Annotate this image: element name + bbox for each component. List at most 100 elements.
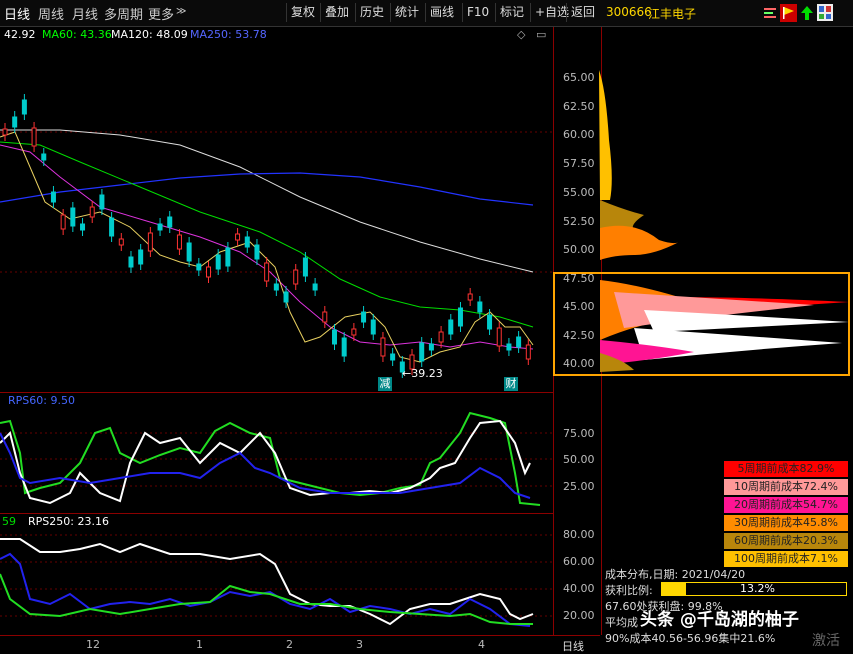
candle-body: [516, 336, 522, 348]
chart-type-icon[interactable]: [762, 5, 778, 21]
candle-body: [254, 244, 260, 260]
candle-body: [206, 266, 212, 278]
reduce-holding-badge[interactable]: 减: [378, 377, 392, 391]
y-tick: 75.00: [563, 427, 595, 440]
candle-body: [448, 319, 454, 335]
stock-name: 江丰电子: [648, 7, 697, 21]
history-button[interactable]: 历史: [355, 3, 388, 22]
candle-body: [60, 214, 66, 230]
candle-body: [147, 232, 153, 252]
candle-body: [157, 223, 163, 231]
candle-body: [80, 223, 86, 231]
candle-body: [361, 311, 367, 323]
activate-text: 激活: [812, 633, 840, 649]
statistics-button[interactable]: 统计: [390, 3, 423, 22]
avg-cost-line: 平均成: [605, 616, 638, 629]
y-tick: 80.00: [563, 528, 595, 541]
candle-body: [31, 127, 37, 147]
candle-body: [351, 328, 357, 336]
candle-body: [215, 254, 221, 270]
profit-ratio-bar: 13.2%: [661, 582, 847, 596]
finance-report-badge[interactable]: 财: [504, 377, 518, 391]
candle-body: [467, 293, 473, 301]
y-tick: 20.00: [563, 609, 595, 622]
tab-multi-period[interactable]: 多周期: [104, 4, 143, 23]
y-tick: 50.00: [563, 453, 595, 466]
profit-ratio-fill: [662, 583, 687, 595]
candle-body: [457, 307, 463, 327]
candle-body: [477, 301, 483, 313]
candle-body: [167, 216, 173, 228]
highlight-box: [553, 272, 850, 376]
candle-body: [109, 217, 115, 237]
up-arrow-icon[interactable]: [800, 5, 814, 21]
tab-weekly[interactable]: 周线: [38, 4, 64, 23]
toolbar: 日线 周线 月线 多周期 更多 ≫ 复权 叠加 历史 统计 画线 F10 标记 …: [0, 0, 853, 27]
legend-10-period[interactable]: 10周期前成本72.4%: [724, 479, 848, 495]
candle-body: [487, 314, 493, 330]
candle-body: [496, 327, 502, 347]
candle-body: [225, 247, 231, 267]
candle-body: [264, 262, 270, 282]
tab-more[interactable]: 更多: [148, 4, 174, 23]
candle-body: [312, 283, 318, 291]
grid-layout-icon[interactable]: [817, 4, 833, 21]
legend-60-period[interactable]: 60周期前成本20.3%: [724, 533, 848, 549]
chevron-right-icon[interactable]: ≫: [176, 6, 186, 17]
cost-90-line: 90%成本40.56-56.96集中21.6%: [605, 632, 776, 645]
candle-body: [50, 191, 56, 203]
candle-body: [525, 344, 531, 360]
draw-line-button[interactable]: 画线: [425, 3, 458, 22]
legend-100-period[interactable]: 100周期前成本7.1%: [724, 551, 848, 567]
candle-body: [302, 257, 308, 277]
candle-body: [428, 343, 434, 351]
candle-body: [118, 238, 124, 246]
candle-body: [419, 342, 425, 362]
legend-30-period[interactable]: 30周期前成本45.8%: [724, 515, 848, 531]
candle-body: [283, 291, 289, 303]
candlestick-chart: [0, 94, 553, 378]
x-tick: 3: [356, 638, 363, 651]
profit-ratio-value: 13.2%: [740, 582, 775, 595]
back-button[interactable]: 返回: [566, 3, 599, 22]
stock-code: 300666: [606, 5, 652, 19]
rps250-panel[interactable]: 59 RPS250: 23.16: [0, 513, 553, 636]
rps60-panel[interactable]: RPS60: 9.50: [0, 392, 553, 513]
candle-body: [341, 337, 347, 357]
x-tick: 4: [478, 638, 485, 651]
candle-body: [506, 343, 512, 351]
candle-body: [380, 337, 386, 357]
legend-20-period[interactable]: 20周期前成本54.7%: [724, 497, 848, 513]
legend-5-period[interactable]: 5周期前成本82.9%: [724, 461, 848, 477]
overlay-button[interactable]: 叠加: [320, 3, 353, 22]
candle-body: [21, 99, 27, 115]
candle-body: [70, 207, 76, 227]
candle-body: [128, 256, 134, 268]
candle-body: [186, 242, 192, 262]
restore-rights-button[interactable]: 复权: [286, 3, 319, 22]
mark-button[interactable]: 标记: [495, 3, 528, 22]
profit-ratio-label: 获利比例:: [605, 584, 653, 597]
f10-button[interactable]: F10: [462, 3, 493, 22]
y-tick: 25.00: [563, 480, 595, 493]
candle-body: [293, 269, 299, 285]
candle-body: [2, 128, 8, 136]
tab-daily[interactable]: 日线: [4, 4, 30, 23]
watermark: 头条 @千岛湖的柚子: [640, 610, 799, 630]
low-price-marker: ←39.23: [402, 367, 443, 380]
candle-body: [12, 116, 18, 128]
candle-body: [138, 249, 144, 265]
y-tick: 60.00: [563, 555, 595, 568]
flag-icon[interactable]: [780, 4, 797, 22]
rps60-chart: [0, 411, 553, 506]
candle-body: [196, 263, 202, 271]
candle-body: [438, 331, 444, 343]
tab-monthly[interactable]: 月线: [72, 4, 98, 23]
price-chart-panel[interactable]: 42.92 MA60: 43.36 MA120: 48.09 MA250: 53…: [0, 27, 553, 392]
candle-body: [89, 206, 95, 218]
y-tick: 40.00: [563, 582, 595, 595]
candle-body: [331, 329, 337, 345]
rps250-chart: [0, 534, 553, 627]
x-tick: 2: [286, 638, 293, 651]
candle-body: [41, 153, 47, 161]
